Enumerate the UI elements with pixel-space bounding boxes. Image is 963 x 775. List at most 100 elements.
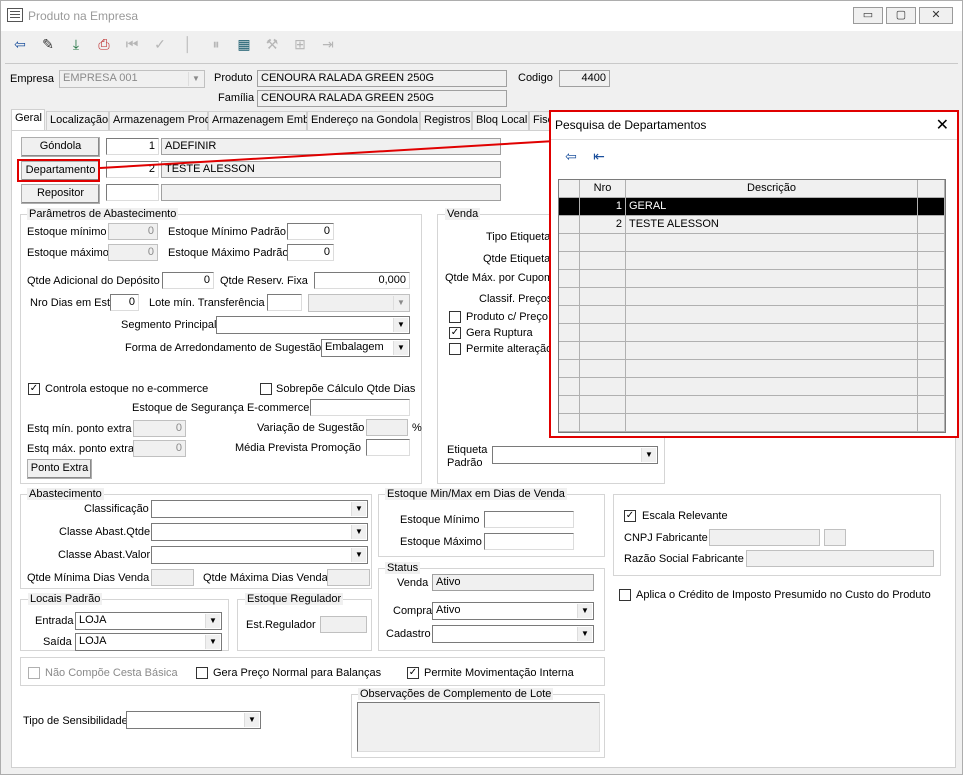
- grid-cell-nro[interactable]: [580, 414, 626, 432]
- grid-cell-extra[interactable]: [918, 306, 945, 324]
- lote-select[interactable]: ▼: [308, 294, 410, 312]
- tab-geral[interactable]: Geral: [11, 109, 45, 131]
- gera-preco-checkbox[interactable]: [196, 667, 208, 679]
- aplica-checkbox[interactable]: [619, 589, 631, 601]
- ponto-extra-button[interactable]: Ponto Extra: [27, 459, 92, 479]
- wrench-icon[interactable]: ⚒: [261, 33, 283, 55]
- grid-row-indicator[interactable]: [559, 414, 580, 432]
- tree-icon[interactable]: ⊞: [289, 33, 311, 55]
- tab-registros[interactable]: Registros: [420, 111, 472, 131]
- close-button[interactable]: ✕: [919, 7, 953, 24]
- classe-qtde-select[interactable]: ▼: [151, 523, 368, 541]
- grid-cell-nro[interactable]: [580, 252, 626, 270]
- minimize-button[interactable]: ▭: [853, 7, 883, 24]
- col-nro-header[interactable]: Nro: [580, 180, 626, 198]
- grid-cell-desc[interactable]: [626, 414, 918, 432]
- grid-row-indicator[interactable]: [559, 252, 580, 270]
- obs-textarea[interactable]: [357, 702, 600, 752]
- classificacao-select[interactable]: ▼: [151, 500, 368, 518]
- grid-cell-nro[interactable]: 2: [580, 216, 626, 234]
- tipo-sens-select[interactable]: ▼: [126, 711, 261, 729]
- grid-cell-extra[interactable]: [918, 216, 945, 234]
- repositor-nro-field[interactable]: [106, 184, 159, 201]
- grid-cell-nro[interactable]: [580, 396, 626, 414]
- media-field[interactable]: [366, 439, 410, 456]
- grid-cell-desc[interactable]: [626, 306, 918, 324]
- lote-field[interactable]: [267, 294, 302, 311]
- produto-c-preco-checkbox[interactable]: [449, 311, 461, 323]
- grid-cell-desc[interactable]: [626, 324, 918, 342]
- tab-endereco-gondola[interactable]: Endereço na Gondola: [307, 111, 420, 131]
- grid-row-indicator[interactable]: [559, 198, 580, 216]
- grid-cell-desc[interactable]: [626, 288, 918, 306]
- repositor-button[interactable]: Repositor: [21, 184, 100, 204]
- grid-cell-nro[interactable]: [580, 234, 626, 252]
- est-max-padrao-field[interactable]: 0: [287, 244, 334, 261]
- export-icon[interactable]: ⇥: [317, 33, 339, 55]
- grid-cell-nro[interactable]: [580, 342, 626, 360]
- grid-cell-desc[interactable]: [626, 396, 918, 414]
- controla-checkbox[interactable]: ✓: [28, 383, 40, 395]
- grid-row-indicator[interactable]: [559, 396, 580, 414]
- grid-cell-extra[interactable]: [918, 270, 945, 288]
- nao-compoe-checkbox[interactable]: [28, 667, 40, 679]
- grid-cell-extra[interactable]: [918, 378, 945, 396]
- gera-ruptura-checkbox[interactable]: ✓: [449, 327, 461, 339]
- tab-armazenagem-emb[interactable]: Armazenagem Emb: [208, 111, 309, 131]
- escala-checkbox[interactable]: ✓: [624, 510, 636, 522]
- line-icon[interactable]: │: [177, 33, 199, 55]
- grid-cell-desc[interactable]: TESTE ALESSON: [626, 216, 918, 234]
- cadastro-select[interactable]: ▼: [432, 625, 594, 643]
- col-desc-header[interactable]: Descrição: [626, 180, 918, 198]
- grid-cell-nro[interactable]: [580, 306, 626, 324]
- check-icon[interactable]: ✓: [149, 33, 171, 55]
- grid-cell-nro[interactable]: [580, 324, 626, 342]
- grid-cell-nro[interactable]: 1: [580, 198, 626, 216]
- grid-row-indicator[interactable]: [559, 324, 580, 342]
- grid-row-indicator[interactable]: [559, 360, 580, 378]
- grid-cell-desc[interactable]: [626, 234, 918, 252]
- compra-select[interactable]: Ativo ▼: [432, 602, 594, 620]
- entrada-select[interactable]: LOJA ▼: [75, 612, 222, 630]
- grid-cell-extra[interactable]: [918, 324, 945, 342]
- grid-cell-nro[interactable]: [580, 360, 626, 378]
- grid-cell-nro[interactable]: [580, 270, 626, 288]
- grid-cell-extra[interactable]: [918, 198, 945, 216]
- dialog-select-icon[interactable]: ⇤: [588, 145, 610, 167]
- etiqueta-padrao-select[interactable]: ▼: [492, 446, 658, 464]
- eraser-icon[interactable]: ✎: [37, 33, 59, 55]
- grid-cell-desc[interactable]: GERAL: [626, 198, 918, 216]
- grid-cell-nro[interactable]: [580, 378, 626, 396]
- classe-valor-select[interactable]: ▼: [151, 546, 368, 564]
- grid-cell-extra[interactable]: [918, 342, 945, 360]
- grid-cell-nro[interactable]: [580, 288, 626, 306]
- grid-row-indicator[interactable]: [559, 342, 580, 360]
- grid-row-indicator[interactable]: [559, 306, 580, 324]
- grid-cell-extra[interactable]: [918, 234, 945, 252]
- permite-alteracao-checkbox[interactable]: [449, 343, 461, 355]
- first-icon[interactable]: ⏮: [121, 33, 143, 55]
- tab-fisc[interactable]: Fisc: [529, 111, 553, 131]
- grid-cell-desc[interactable]: [626, 252, 918, 270]
- maximize-button[interactable]: ▢: [886, 7, 916, 24]
- segmento-select[interactable]: ▼: [216, 316, 410, 334]
- dialog-close-button[interactable]: ✕: [936, 115, 949, 135]
- grid-row-indicator[interactable]: [559, 378, 580, 396]
- qtde-reserv-field[interactable]: 0,000: [314, 272, 410, 289]
- exit-icon[interactable]: ⇦: [9, 33, 31, 55]
- grid-cell-extra[interactable]: [918, 252, 945, 270]
- grid-cell-extra[interactable]: [918, 414, 945, 432]
- print-icon[interactable]: ⎙: [93, 33, 115, 55]
- grid-row-indicator[interactable]: [559, 216, 580, 234]
- grid-icon[interactable]: ▦: [233, 33, 255, 55]
- gondola-button[interactable]: Góndola: [21, 137, 100, 157]
- grid-cell-desc[interactable]: [626, 378, 918, 396]
- grid-cell-desc[interactable]: [626, 270, 918, 288]
- est-min-padrao-field[interactable]: 0: [287, 223, 334, 240]
- download-icon[interactable]: ⤓: [65, 33, 87, 55]
- qtde-adic-field[interactable]: 0: [162, 272, 214, 289]
- tab-localizacao[interactable]: Localização: [46, 111, 109, 131]
- tab-armazenagem-prod[interactable]: Armazenagem Prod: [109, 111, 211, 131]
- forma-select[interactable]: Embalagem ▼: [321, 339, 410, 357]
- grid-row-indicator[interactable]: [559, 234, 580, 252]
